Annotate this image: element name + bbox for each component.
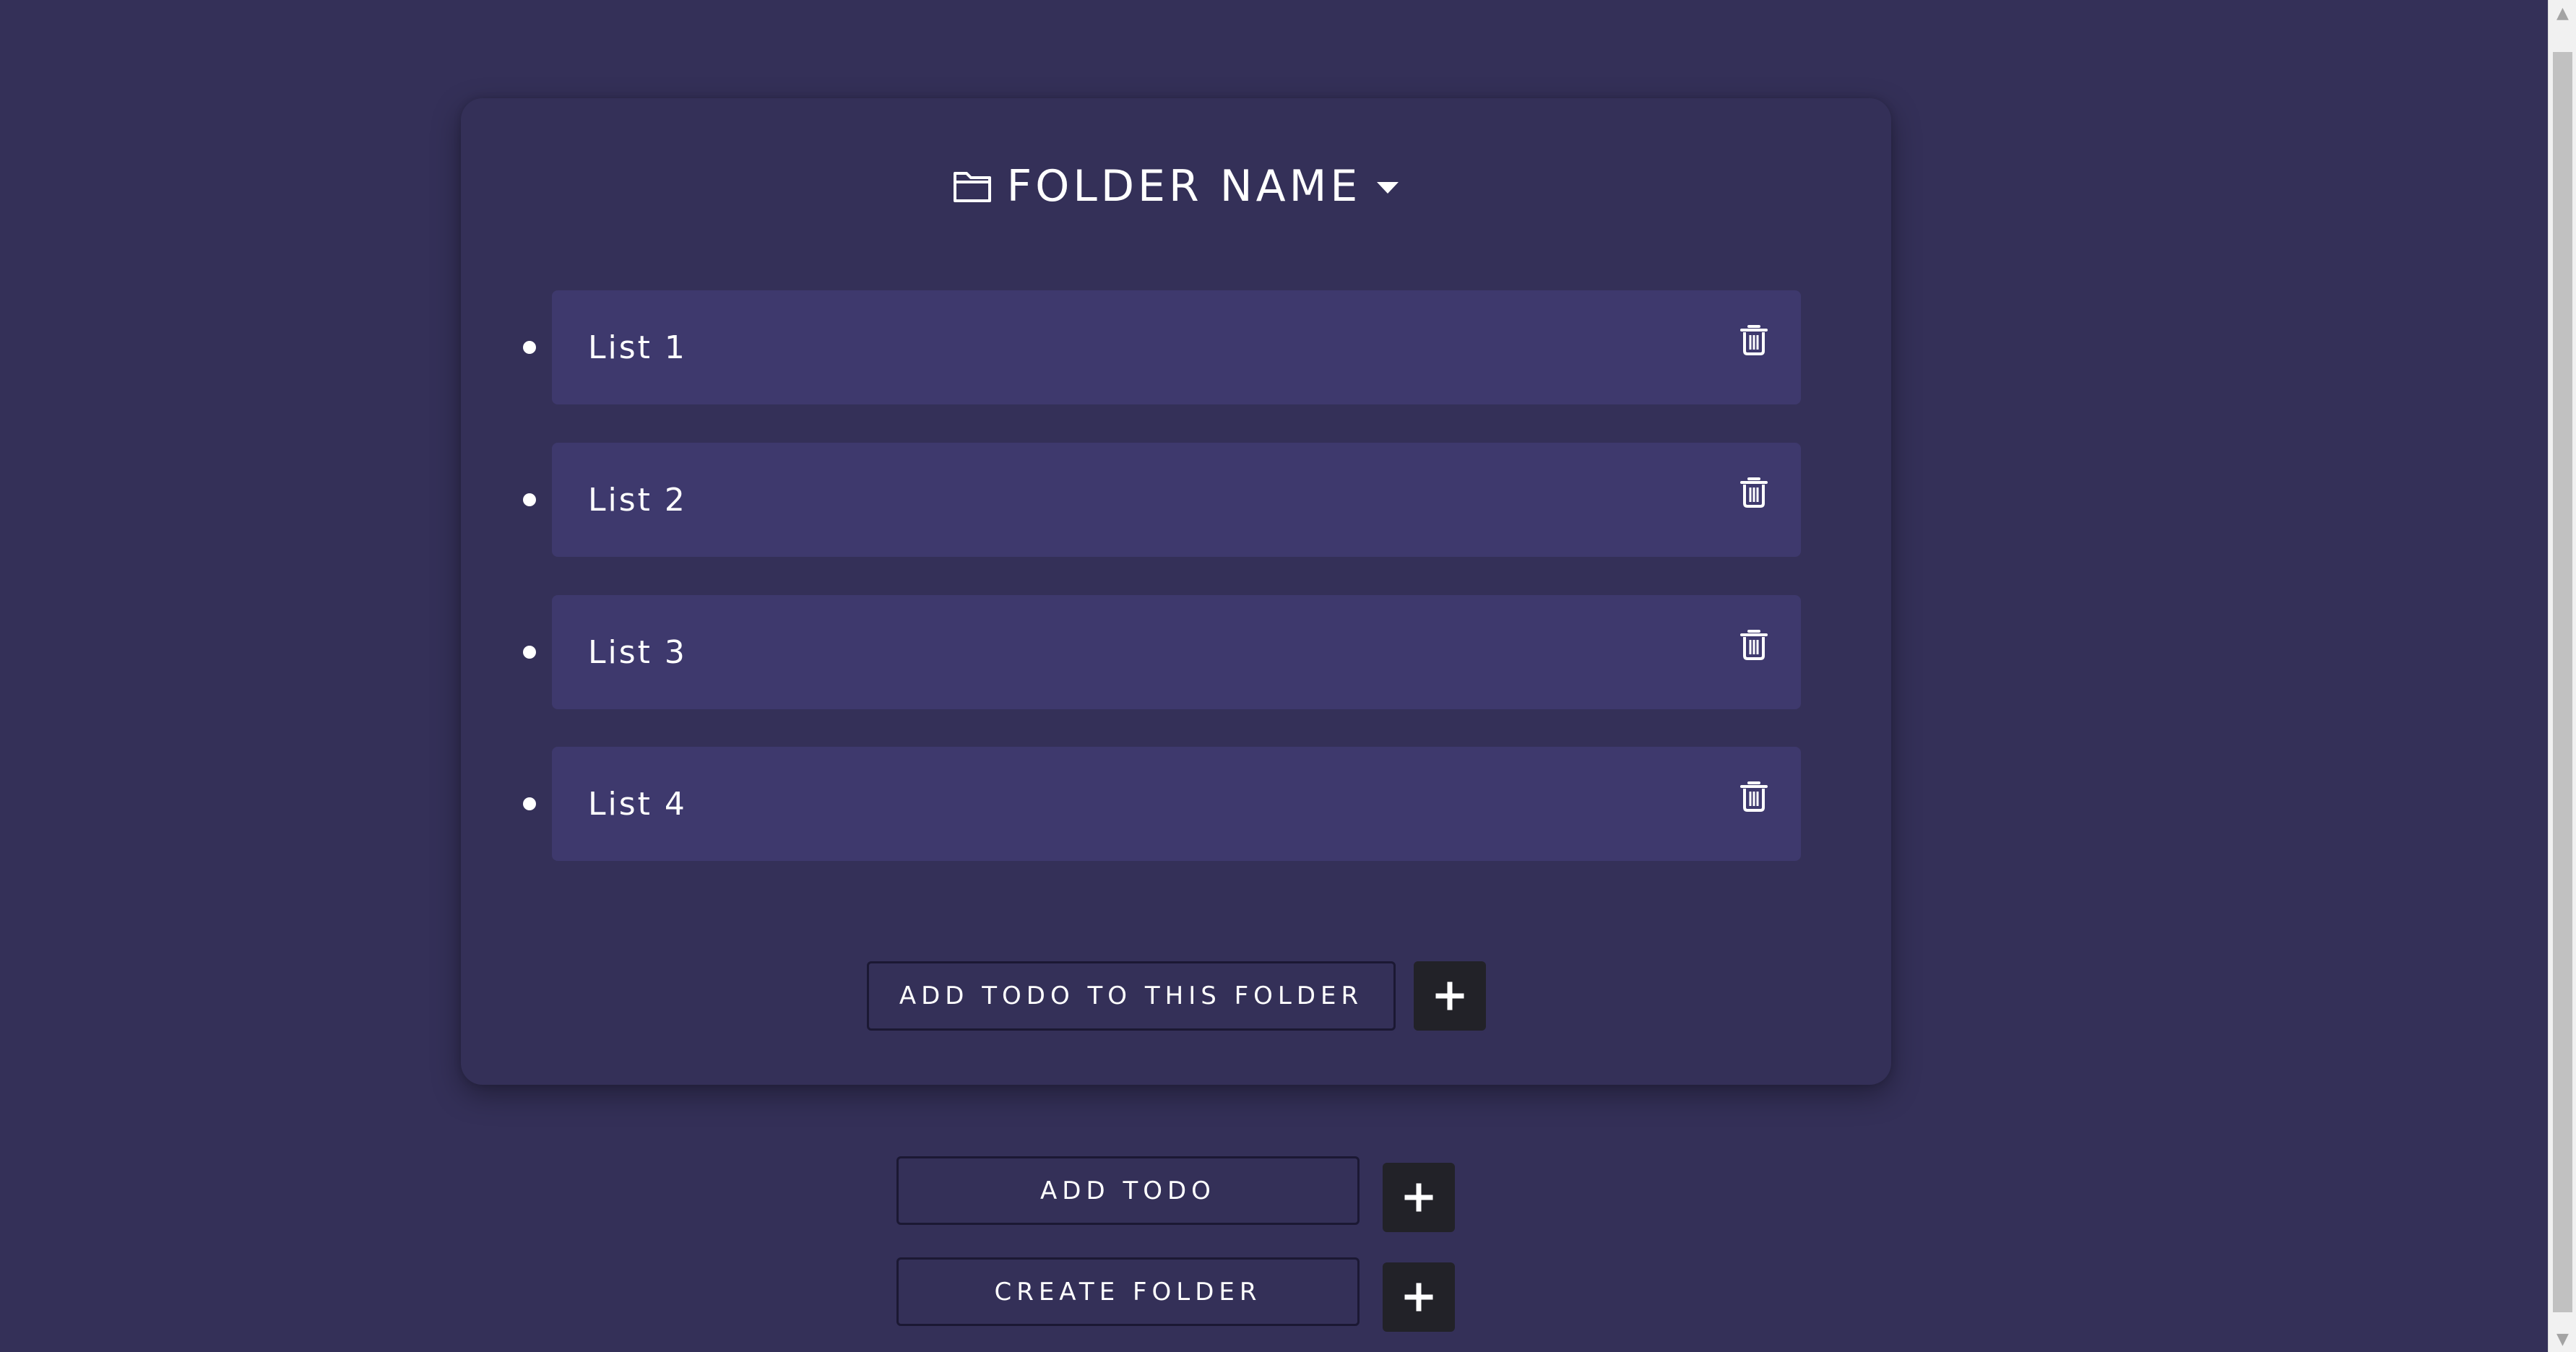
add-todo-to-folder-plus-button[interactable] [1414,961,1486,1031]
folder-header[interactable]: FOLDER NAME [461,157,1891,215]
list-item-box[interactable]: List 1 [552,290,1801,404]
add-todo-button[interactable]: ADD TODO [896,1156,1360,1225]
trash-icon[interactable] [1740,780,1768,812]
plus-icon [1435,982,1464,1010]
list-item-label: List 4 [588,786,687,823]
create-folder-plus-button[interactable] [1383,1262,1455,1332]
folder-icon [952,169,993,204]
list-item: List 3 [461,595,1891,709]
bullet [523,493,536,506]
trash-icon[interactable] [1740,628,1768,660]
create-folder-button[interactable]: CREATE FOLDER [896,1257,1360,1326]
list-item-box[interactable]: List 3 [552,595,1801,709]
plus-icon [1404,1183,1433,1212]
list-item-label: List 1 [588,329,687,366]
plus-icon [1404,1283,1433,1312]
list-item-label: List 2 [588,482,687,519]
scroll-down-arrow-icon[interactable]: ▼ [2549,1326,2576,1352]
page: FOLDER NAME List 1 List 2 List 3 List 4 … [0,0,2548,1352]
scroll-up-arrow-icon[interactable]: ▲ [2549,0,2576,26]
list-item: List 4 [461,747,1891,861]
bullet [523,341,536,354]
bullet [523,646,536,659]
vertical-scrollbar[interactable]: ▲ ▼ [2548,0,2576,1352]
folder-card: FOLDER NAME List 1 List 2 List 3 List 4 … [461,98,1891,1085]
add-todo-to-folder-button[interactable]: ADD TODO TO THIS FOLDER [867,961,1396,1031]
list-item-label: List 3 [588,634,687,671]
list-item: List 1 [461,290,1891,404]
list-item: List 2 [461,443,1891,557]
bullet [523,797,536,810]
add-todo-plus-button[interactable] [1383,1163,1455,1232]
list-item-box[interactable]: List 2 [552,443,1801,557]
folder-title: FOLDER NAME [1006,161,1362,212]
trash-icon[interactable] [1740,476,1768,508]
scrollbar-thumb[interactable] [2553,52,2572,1312]
trash-icon[interactable] [1740,324,1768,355]
caret-down-icon[interactable] [1375,178,1400,195]
list-item-box[interactable]: List 4 [552,747,1801,861]
